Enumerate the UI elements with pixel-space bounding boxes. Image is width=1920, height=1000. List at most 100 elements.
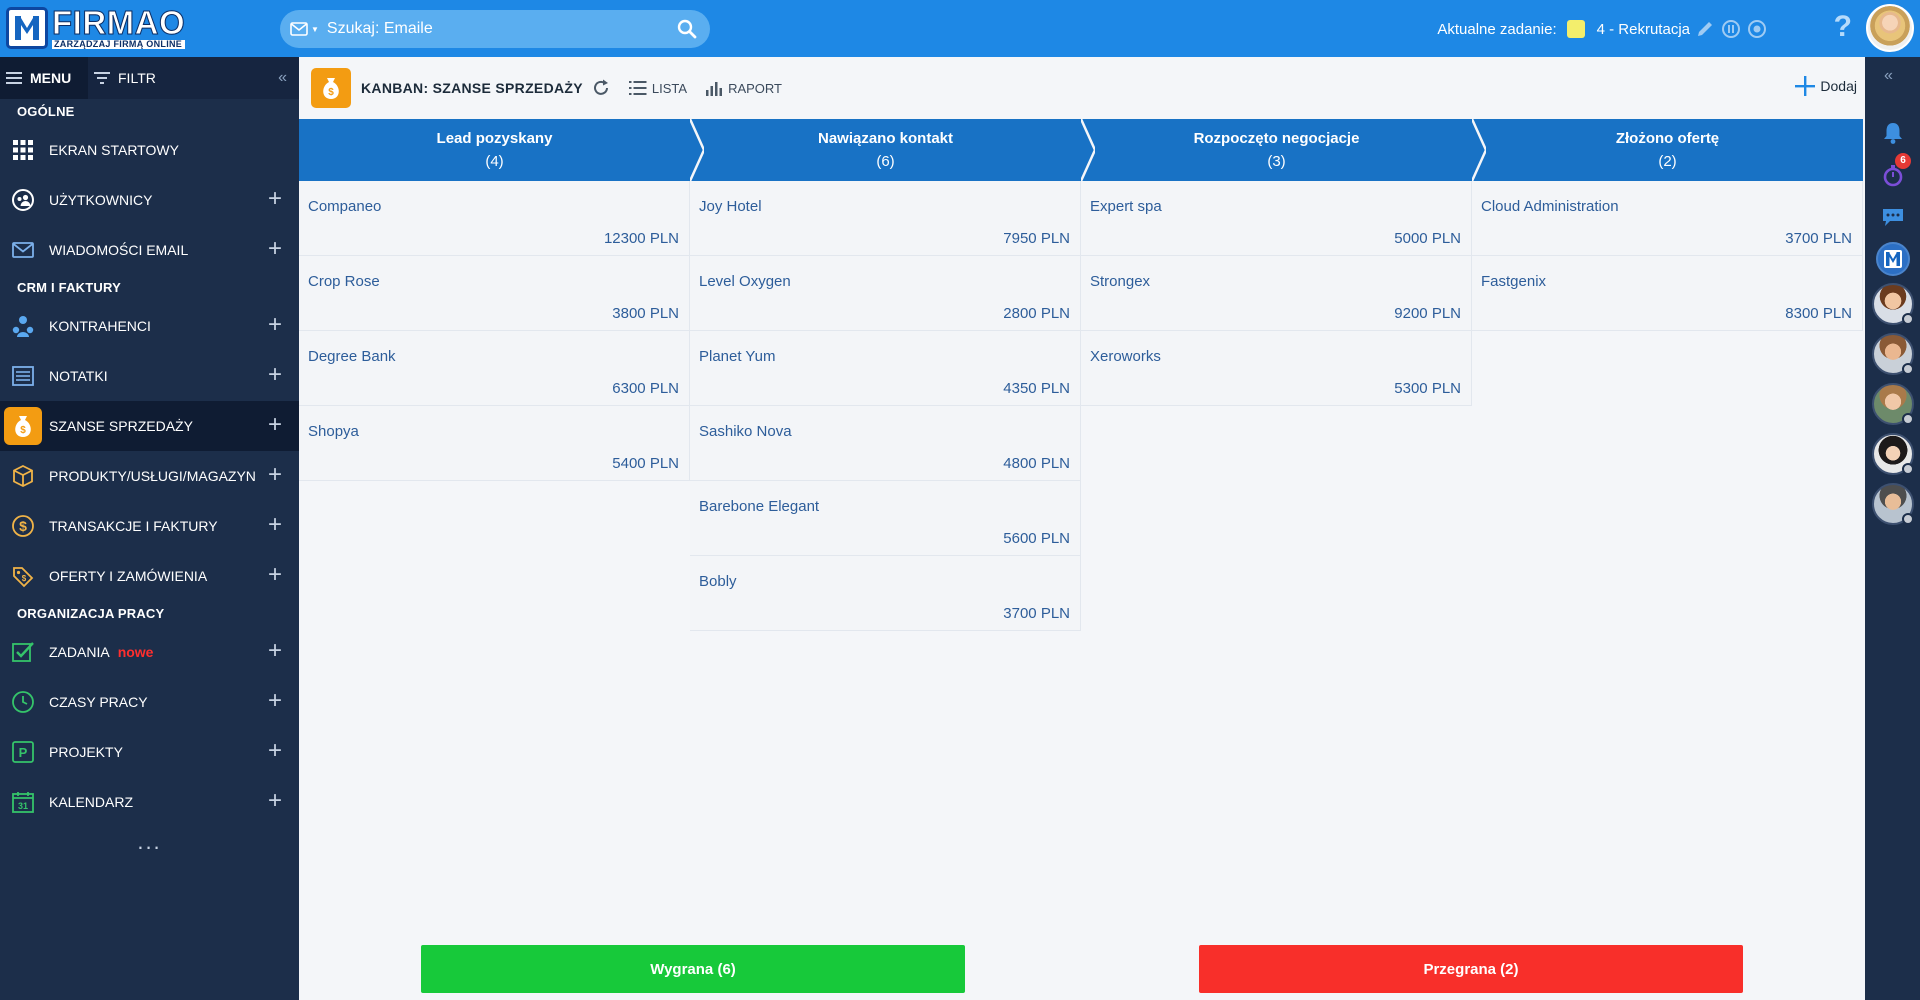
collapse-rail-icon[interactable]: « xyxy=(1884,67,1893,85)
opportunity-card[interactable]: Cloud Administration 3700 PLN xyxy=(1472,181,1863,256)
opportunity-name[interactable]: Expert spa xyxy=(1090,198,1162,215)
opportunity-name[interactable]: Bobly xyxy=(699,573,737,590)
add-work-time-plus-icon[interactable]: + xyxy=(263,689,287,714)
add-task-plus-icon[interactable]: + xyxy=(263,639,287,664)
report-button[interactable]: RAPORT xyxy=(705,79,782,97)
tab-menu-label: MENU xyxy=(30,70,72,86)
opportunity-value: 5000 PLN xyxy=(1394,230,1461,247)
opportunity-name[interactable]: Cloud Administration xyxy=(1481,198,1619,215)
opportunity-name[interactable]: Barebone Elegant xyxy=(699,498,819,515)
opportunity-name[interactable]: Crop Rose xyxy=(308,273,380,290)
sidebar-item-label: PROJEKTY xyxy=(49,744,123,760)
stop-icon[interactable] xyxy=(1746,18,1768,40)
search-input[interactable] xyxy=(326,20,670,38)
opportunity-card[interactable]: Degree Bank 6300 PLN xyxy=(299,331,690,406)
list-view-button[interactable]: LISTA xyxy=(628,80,687,96)
sidebar-item-calendar[interactable]: 31 KALENDARZ + xyxy=(0,777,299,827)
pencil-icon[interactable] xyxy=(1694,18,1716,40)
sidebar-item-projects[interactable]: P PROJEKTY + xyxy=(0,727,299,777)
opportunity-card[interactable]: Sashiko Nova 4800 PLN xyxy=(690,406,1081,481)
opportunity-name[interactable]: Strongex xyxy=(1090,273,1150,290)
lost-drop-zone[interactable]: Przegrana (2) xyxy=(1199,945,1743,993)
timers-button[interactable]: 6 xyxy=(1873,153,1913,195)
sidebar-item-users[interactable]: UŻYTKOWNICY + xyxy=(0,175,299,225)
opportunity-card[interactable]: Fastgenix 8300 PLN xyxy=(1472,256,1863,331)
add-offer-plus-icon[interactable]: + xyxy=(263,563,287,588)
add-transaction-plus-icon[interactable]: + xyxy=(263,513,287,538)
money-bag-icon: $ xyxy=(4,407,42,445)
chat-icon xyxy=(1883,209,1903,226)
add-contractor-plus-icon[interactable]: + xyxy=(263,313,287,338)
firmao-logo[interactable]: FIRMAO ZARZĄDZAJ FIRMĄ ONLINE xyxy=(6,6,186,49)
add-button[interactable]: Dodaj xyxy=(1794,75,1857,97)
sidebar-item-sales-opportunities[interactable]: $ SZANSE SPRZEDAŻY + xyxy=(0,401,299,451)
team-member-avatar[interactable] xyxy=(1872,333,1914,375)
opportunity-name[interactable]: Sashiko Nova xyxy=(699,423,792,440)
team-member-avatar[interactable] xyxy=(1872,283,1914,325)
sidebar-item-notes[interactable]: NOTATKI + xyxy=(0,351,299,401)
opportunity-name[interactable]: Shopya xyxy=(308,423,359,440)
opportunity-card[interactable]: Companeo 12300 PLN xyxy=(299,181,690,256)
opportunity-value: 8300 PLN xyxy=(1785,305,1852,322)
add-opportunity-plus-icon[interactable]: + xyxy=(263,413,287,438)
team-member-avatar[interactable] xyxy=(1872,433,1914,475)
add-note-plus-icon[interactable]: + xyxy=(263,363,287,388)
stage-chevron-icon xyxy=(1081,119,1095,181)
opportunity-card[interactable]: Bobly 3700 PLN xyxy=(690,556,1081,631)
svg-text:$: $ xyxy=(19,518,27,534)
sidebar-item-start-screen[interactable]: EKRAN STARTOWY xyxy=(0,125,299,175)
current-task[interactable]: Aktualne zadanie: 4 - Rekrutacja xyxy=(1437,20,1690,38)
stage-name: Nawiązano kontakt xyxy=(817,130,954,147)
opportunity-card[interactable]: Strongex 9200 PLN xyxy=(1081,256,1472,331)
pause-icon[interactable] xyxy=(1720,18,1742,40)
sidebar-item-contractors[interactable]: KONTRAHENCI + xyxy=(0,301,299,351)
opportunity-card[interactable]: Expert spa 5000 PLN xyxy=(1081,181,1472,256)
add-project-plus-icon[interactable]: + xyxy=(263,739,287,764)
add-user-plus-icon[interactable]: + xyxy=(263,187,287,212)
opportunity-card[interactable]: Crop Rose 3800 PLN xyxy=(299,256,690,331)
opportunity-card[interactable]: Shopya 5400 PLN xyxy=(299,406,690,481)
collapse-sidebar-icon[interactable]: « xyxy=(278,69,287,87)
opportunity-name[interactable]: Fastgenix xyxy=(1481,273,1546,290)
sidebar-tabs: MENU FILTR « xyxy=(0,57,299,99)
chat-button[interactable] xyxy=(1873,197,1913,237)
opportunity-name[interactable]: Xeroworks xyxy=(1090,348,1161,365)
team-member-avatar[interactable] xyxy=(1872,383,1914,425)
sidebar-item-products[interactable]: PRODUKTY/USŁUGI/MAGAZYN + xyxy=(0,451,299,501)
add-email-plus-icon[interactable]: + xyxy=(263,237,287,262)
timers-badge: 6 xyxy=(1895,153,1911,169)
search-button[interactable] xyxy=(670,12,704,46)
notifications-button[interactable] xyxy=(1873,113,1913,153)
opportunity-card[interactable]: Xeroworks 5300 PLN xyxy=(1081,331,1472,406)
sidebar-item-emails[interactable]: WIADOMOŚCI EMAIL + xyxy=(0,225,299,275)
add-product-plus-icon[interactable]: + xyxy=(263,463,287,488)
tab-menu[interactable]: MENU xyxy=(0,57,88,99)
current-task-name: 4 - Rekrutacja xyxy=(1596,20,1690,38)
opportunity-card[interactable]: Barebone Elegant 5600 PLN xyxy=(690,481,1081,556)
sidebar-item-work-time[interactable]: CZASY PRACY + xyxy=(0,677,299,727)
opportunity-card[interactable]: Planet Yum 4350 PLN xyxy=(690,331,1081,406)
tab-filter[interactable]: FILTR xyxy=(88,57,162,99)
svg-text:$: $ xyxy=(20,425,26,436)
more-menu-ellipsis[interactable]: ... xyxy=(0,829,299,855)
opportunity-name[interactable]: Joy Hotel xyxy=(699,198,762,215)
search-scope-dropdown[interactable]: ▼ xyxy=(290,22,319,36)
opportunity-name[interactable]: Degree Bank xyxy=(308,348,396,365)
help-icon[interactable]: ? xyxy=(1834,10,1852,44)
opportunity-card[interactable]: Level Oxygen 2800 PLN xyxy=(690,256,1081,331)
user-avatar[interactable] xyxy=(1866,4,1914,52)
sidebar-item-transactions[interactable]: $ TRANSAKCJE I FAKTURY + xyxy=(0,501,299,551)
sidebar-item-tasks[interactable]: ZADANIA nowe + xyxy=(0,627,299,677)
refresh-icon[interactable] xyxy=(591,78,611,98)
won-drop-zone[interactable]: Wygrana (6) xyxy=(421,945,965,993)
opportunity-card[interactable]: Joy Hotel 7950 PLN xyxy=(690,181,1081,256)
sidebar-item-offers[interactable]: $ OFERTY I ZAMÓWIENIA + xyxy=(0,551,299,601)
current-task-label: Aktualne zadanie: xyxy=(1437,20,1557,38)
team-member-avatar[interactable] xyxy=(1872,483,1914,525)
opportunity-name[interactable]: Planet Yum xyxy=(699,348,775,365)
firmao-app-button[interactable] xyxy=(1873,239,1913,279)
add-calendar-plus-icon[interactable]: + xyxy=(263,789,287,814)
list-icon xyxy=(628,81,647,95)
opportunity-name[interactable]: Level Oxygen xyxy=(699,273,791,290)
opportunity-name[interactable]: Companeo xyxy=(308,198,381,215)
